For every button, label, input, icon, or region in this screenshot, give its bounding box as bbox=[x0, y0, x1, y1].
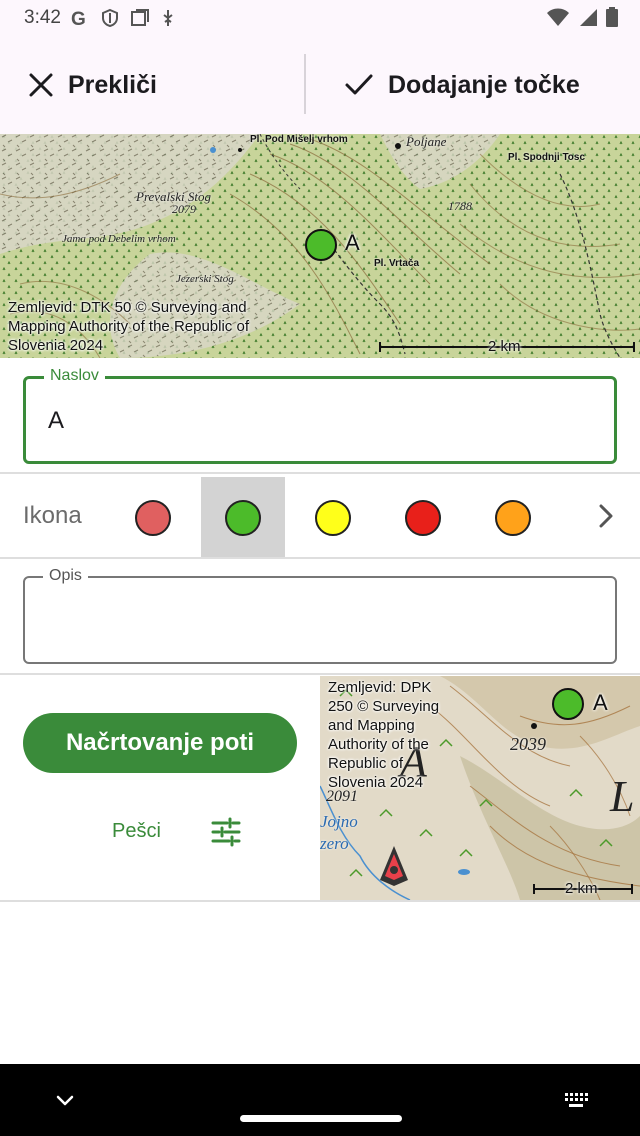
map-place-label: 2039 bbox=[510, 734, 546, 754]
color-dot-icon bbox=[225, 499, 261, 536]
navigation-bar bbox=[0, 1064, 640, 1136]
usb-icon bbox=[163, 10, 173, 26]
map-place-label: Jama pod Debelim vrhom bbox=[62, 233, 176, 245]
transport-mode-label[interactable]: Pešci bbox=[112, 820, 161, 843]
check-icon bbox=[345, 74, 373, 95]
svg-text:G: G bbox=[71, 9, 86, 28]
map-attribution: Zemljevid: DPK 250 © Surveying and Mappi… bbox=[328, 679, 440, 791]
keyboard-icon[interactable] bbox=[562, 1090, 590, 1112]
route-map-preview[interactable]: A L 2039 2091 Jojno zero Zemljevid: DPK … bbox=[320, 676, 640, 900]
divider bbox=[0, 900, 640, 902]
map-place-label: 1788 bbox=[448, 199, 472, 213]
home-handle[interactable] bbox=[240, 1115, 402, 1122]
svg-text:L: L bbox=[609, 772, 634, 821]
action-divider bbox=[304, 54, 306, 114]
google-icon: G bbox=[71, 9, 86, 28]
color-dot-icon bbox=[315, 499, 351, 536]
status-icons-right bbox=[546, 7, 618, 27]
color-dot-icon bbox=[135, 499, 171, 536]
screen-icon bbox=[131, 9, 149, 26]
cancel-button[interactable]: Prekliči bbox=[28, 36, 157, 134]
icon-color-option[interactable] bbox=[471, 477, 555, 558]
title-input[interactable] bbox=[48, 407, 588, 435]
map-place-label: Pl. Pod Mišelj vrhom bbox=[250, 134, 348, 145]
status-bar: 3:42 G bbox=[0, 0, 640, 36]
color-dot-icon bbox=[495, 499, 531, 536]
wifi-icon bbox=[547, 8, 569, 26]
description-field[interactable]: Opis bbox=[23, 567, 617, 664]
map-preview[interactable]: Pl. Pod Mišelj vrhom Poljane Pl. Spodnji… bbox=[0, 134, 640, 358]
color-dot-icon bbox=[405, 499, 441, 536]
title-field[interactable]: Naslov bbox=[23, 367, 617, 464]
map-place-label: Jojno bbox=[320, 812, 358, 831]
status-icons-left: G bbox=[70, 8, 176, 28]
action-bar: Prekliči Dodajanje točke bbox=[0, 36, 640, 134]
signal-icon bbox=[580, 9, 597, 26]
location-marker-icon bbox=[305, 229, 337, 261]
map-place-label: Pl. Vrtača bbox=[374, 258, 420, 269]
cancel-label: Prekliči bbox=[68, 70, 157, 99]
icon-color-option[interactable] bbox=[201, 477, 285, 558]
description-input[interactable] bbox=[45, 602, 595, 642]
status-time: 3:42 bbox=[24, 7, 61, 28]
description-field-label: Opis bbox=[43, 567, 88, 585]
location-marker-icon bbox=[552, 688, 584, 720]
tune-icon[interactable] bbox=[210, 816, 242, 848]
add-point-button[interactable]: Dodajanje točke bbox=[344, 36, 580, 134]
map-place-label: Pl. Spodnji Tosc bbox=[508, 152, 586, 163]
icon-color-option[interactable] bbox=[111, 477, 195, 558]
icon-color-option[interactable] bbox=[381, 477, 465, 558]
battery-icon bbox=[606, 7, 618, 27]
marker-label: A bbox=[345, 230, 360, 255]
icon-color-option[interactable] bbox=[291, 477, 375, 558]
close-icon bbox=[29, 73, 53, 97]
title-field-label: Naslov bbox=[44, 367, 105, 385]
map-place-label: Poljane bbox=[406, 134, 447, 149]
chevron-right-icon[interactable] bbox=[590, 498, 622, 534]
current-location-icon bbox=[380, 846, 408, 886]
route-planning-button[interactable]: Načrtovanje poti bbox=[23, 713, 297, 773]
divider bbox=[0, 673, 640, 675]
add-point-label: Dodajanje točke bbox=[388, 70, 580, 99]
chevron-down-icon[interactable] bbox=[52, 1088, 78, 1114]
map-place-label: Jezerski Stog bbox=[176, 273, 234, 285]
map-attribution: Zemljevid: DTK 50 © Surveying and Mappin… bbox=[8, 299, 249, 354]
scale-label: 2 km bbox=[488, 338, 521, 355]
shield-icon bbox=[102, 8, 118, 28]
divider bbox=[0, 472, 640, 474]
scale-label: 2 km bbox=[565, 880, 598, 897]
map-place-label: zero bbox=[320, 834, 349, 853]
icon-picker-label: Ikona bbox=[23, 502, 82, 529]
divider bbox=[0, 557, 640, 559]
map-place-label: 2079 bbox=[172, 202, 196, 216]
marker-label: A bbox=[593, 690, 608, 715]
